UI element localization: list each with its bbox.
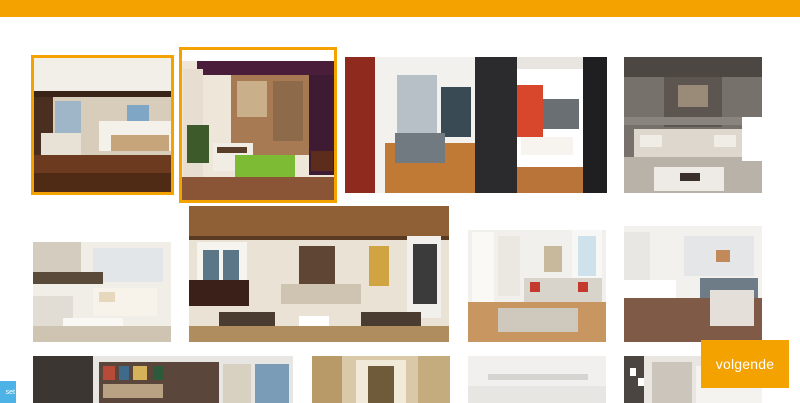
gallery-item-bookshelf[interactable] (33, 356, 293, 403)
gallery-item-living-balcony[interactable] (179, 47, 337, 203)
gallery-item-bright-sofa[interactable] (468, 206, 606, 342)
reset-tab[interactable]: set (0, 381, 16, 403)
top-accent-bar (0, 0, 800, 17)
hallway-image (312, 356, 450, 403)
gallery-item-white-room[interactable] (468, 356, 606, 403)
gallery-item-bedroom[interactable] (31, 55, 174, 195)
bedroom-image (31, 55, 174, 195)
loft-stairs-image (345, 57, 607, 193)
gallery-item-loft-stairs[interactable] (345, 57, 607, 193)
open-kitchen-image (624, 206, 762, 342)
gallery-item-white-living[interactable] (33, 206, 171, 342)
bookshelf-image (33, 356, 293, 403)
next-button[interactable]: volgende (701, 340, 789, 388)
gallery-item-wood-ceiling[interactable] (189, 206, 449, 342)
white-living-image (33, 206, 171, 342)
wood-ceiling-image (189, 206, 449, 342)
living-balcony-image (179, 47, 337, 203)
gallery-item-hallway[interactable] (312, 356, 450, 403)
gallery-item-open-kitchen[interactable] (624, 206, 762, 342)
white-room-image (468, 356, 606, 403)
bright-sofa-image (468, 206, 606, 342)
gallery-item-grey-lounge[interactable] (624, 57, 762, 193)
grey-lounge-image (624, 57, 762, 193)
page: volgende set (0, 0, 800, 403)
